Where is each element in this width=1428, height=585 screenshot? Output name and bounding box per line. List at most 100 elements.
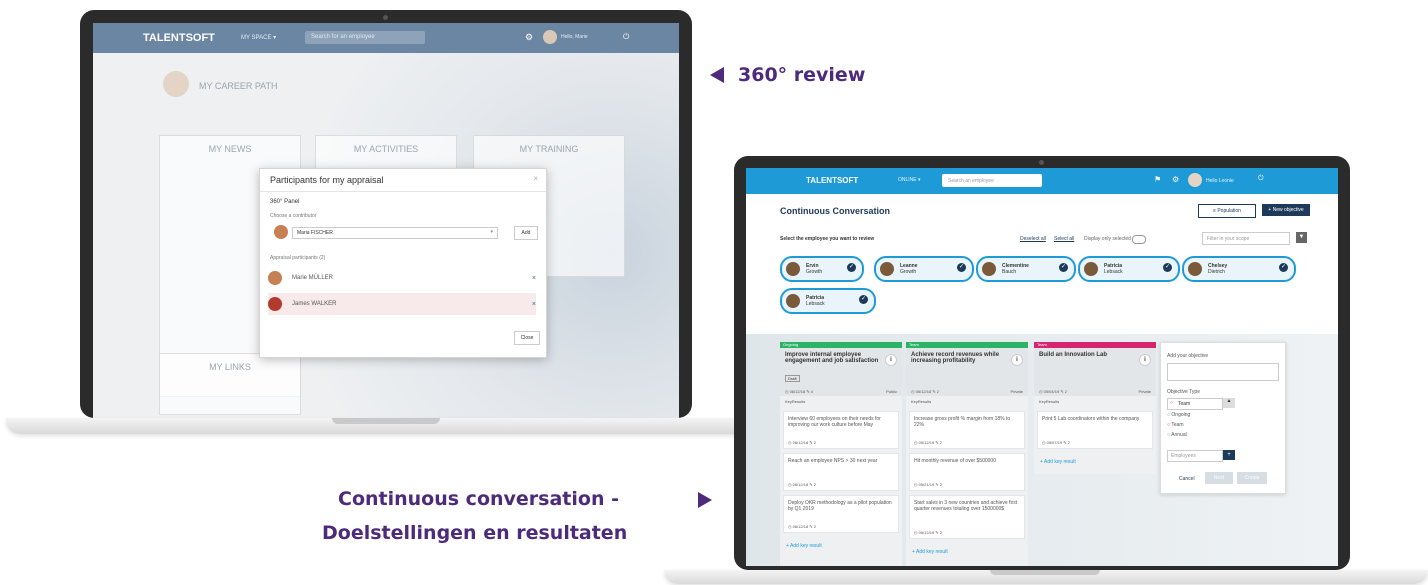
menu-online[interactable]: ONLINE ▾ — [898, 177, 921, 183]
flag-icon[interactable]: ⚑ — [1154, 175, 1161, 184]
user-greeting: Hello, Marie — [561, 34, 588, 40]
modal-title: Participants for my appraisal — [270, 175, 384, 185]
participant-row: Marie MÜLLER × — [268, 267, 536, 289]
profile-avatar — [163, 71, 189, 97]
continuous-conversation-label: Continuous conversation - — [338, 488, 619, 510]
display-only-toggle[interactable] — [1132, 235, 1146, 244]
right-topbar: TALENTSOFT ONLINE ▾ Search an employee ⚑… — [746, 168, 1338, 194]
left-laptop: TALENTSOFT MY SPACE ▾ Search for an empl… — [80, 10, 692, 427]
chevron-down-icon: ▾ — [490, 229, 493, 235]
avatar — [1084, 262, 1098, 276]
gear-icon[interactable]: ⚙ — [525, 32, 533, 43]
add-button[interactable]: Add — [514, 226, 538, 240]
objective-card[interactable]: Improve internal employee engagement and… — [780, 348, 902, 396]
employee-input[interactable]: Employees — [1167, 450, 1223, 462]
add-key-result-button[interactable]: + Add key result — [906, 543, 1028, 561]
avatar — [268, 297, 282, 311]
key-result-card[interactable]: Print 5 Lab coordinators within the comp… — [1037, 411, 1153, 449]
right-laptop: TALENTSOFT ONLINE ▾ Search an employee ⚑… — [734, 156, 1350, 570]
check-icon: ✓ — [1163, 263, 1172, 272]
brand-logo: TALENTSOFT — [143, 32, 215, 44]
objective-card[interactable]: Build an Innovation Lab i ◷ 05/04/19 ✎ 2… — [1034, 348, 1156, 396]
left-topbar: TALENTSOFT MY SPACE ▾ Search for an empl… — [93, 23, 679, 53]
type-options: ○ Ongoing ○ Team ○ Annual — [1167, 410, 1221, 440]
select-employee-label: Select the employee you want to review — [780, 236, 875, 242]
employee-chip[interactable]: Leanne Growth ✓ — [874, 256, 974, 282]
left-laptop-notch — [332, 418, 440, 424]
panel-label: 360° Panel — [270, 199, 300, 205]
info-icon[interactable]: i — [885, 354, 897, 366]
user-greeting: Hello Leonie — [1206, 178, 1234, 184]
objective-column: Ongoing Improve internal employee engage… — [780, 342, 902, 566]
avatar[interactable] — [1188, 173, 1202, 187]
key-result-card[interactable]: Hit monthly revenue of over $500000 ◷ 05/… — [909, 453, 1025, 491]
option-annual[interactable]: ○ Annual — [1167, 430, 1221, 440]
right-laptop-notch — [990, 570, 1100, 575]
key-result-card[interactable]: Reach an employee NPS > 30 next year ◷ 06… — [783, 453, 899, 491]
contributor-avatar — [274, 225, 288, 239]
employee-chip[interactable]: Clementine Bauch ✓ — [976, 256, 1076, 282]
population-button[interactable]: ≡ Population — [1198, 204, 1256, 218]
create-button[interactable]: Create — [1237, 472, 1267, 484]
key-result-card[interactable]: Deploy OKR methodology as a pilot popula… — [783, 495, 899, 533]
avatar — [880, 262, 894, 276]
gear-icon[interactable]: ⚙ — [1172, 175, 1179, 184]
goals-results-label: Doelstellingen en resultaten — [322, 522, 628, 544]
avatar — [268, 271, 282, 285]
remove-icon[interactable]: × — [532, 275, 536, 282]
key-result-card[interactable]: Interview 60 employees on their needs fo… — [783, 411, 899, 449]
menu-my-space[interactable]: MY SPACE ▾ — [241, 34, 276, 41]
next-button[interactable]: Next — [1205, 472, 1233, 484]
add-key-result-button[interactable]: + Add key result — [1034, 453, 1156, 471]
close-icon[interactable]: × — [533, 174, 538, 183]
right-screen: TALENTSOFT ONLINE ▾ Search an employee ⚑… — [746, 168, 1338, 566]
chevron-up-icon[interactable]: ▲ — [1223, 398, 1235, 408]
add-employee-button[interactable]: + — [1223, 450, 1235, 460]
search-input[interactable]: Search for an employee — [305, 31, 425, 44]
display-only-label: Display only selected — [1084, 236, 1131, 242]
arrow-right-icon — [698, 492, 712, 508]
avatar — [786, 262, 800, 276]
close-button[interactable]: Close — [514, 331, 540, 345]
participants-label: Appraisal participants (2) — [270, 255, 326, 261]
card-my-links: MY LINKS — [159, 353, 301, 415]
option-team[interactable]: ○ Team — [1167, 420, 1221, 430]
key-result-card[interactable]: Start sales in 3 new countries and achie… — [909, 495, 1025, 539]
filter-input[interactable]: Filter in your scope — [1202, 232, 1290, 245]
power-icon[interactable]: ⏻ — [623, 32, 629, 42]
add-key-result-button[interactable]: + Add key result — [780, 537, 902, 555]
avatar — [1188, 262, 1202, 276]
review-360-label: 360° review — [738, 64, 866, 86]
search-input[interactable]: Search an employee — [942, 174, 1042, 187]
employee-chip[interactable]: Patricia Lebsack ✓ — [780, 288, 876, 314]
cancel-button[interactable]: Cancel — [1179, 476, 1195, 482]
option-ongoing[interactable]: ○ Ongoing — [1167, 410, 1221, 420]
objective-input[interactable] — [1167, 363, 1279, 381]
check-icon: ✓ — [1279, 263, 1288, 272]
avatar[interactable] — [543, 30, 557, 44]
check-icon: ✓ — [1059, 263, 1068, 272]
objective-type-select[interactable]: Team ○ — [1167, 398, 1223, 410]
objective-card[interactable]: Achieve record revenues while increasing… — [906, 348, 1028, 396]
power-icon[interactable]: ⏻ — [1258, 175, 1264, 183]
new-objective-panel: Add your objective Objective Type Team ○ … — [1160, 342, 1286, 494]
participant-row: James WALKER × — [268, 293, 536, 315]
filter-icon[interactable]: ▼ — [1296, 232, 1307, 243]
info-icon[interactable]: i — [1011, 354, 1023, 366]
new-objective-button[interactable]: + New objective — [1262, 204, 1310, 216]
employee-chip[interactable]: Patricia Lebsack ✓ — [1078, 256, 1180, 282]
status-badge: Draft — [785, 375, 800, 382]
avatar — [786, 294, 800, 308]
camera-icon — [1039, 160, 1044, 165]
avatar — [982, 262, 996, 276]
select-all-link[interactable]: Select all — [1054, 236, 1074, 242]
check-icon: ✓ — [957, 263, 966, 272]
remove-icon[interactable]: × — [532, 301, 536, 308]
employee-chip[interactable]: Ervin Growth ✓ — [780, 256, 864, 282]
deselect-all-link[interactable]: Deselect all — [1020, 236, 1046, 242]
contributor-select[interactable]: Maria FISCHER ▾ — [292, 227, 498, 239]
info-icon[interactable]: i — [1139, 354, 1151, 366]
choose-label: Choose a contributor — [270, 213, 317, 219]
employee-chip[interactable]: Chelsey Dietrich ✓ — [1182, 256, 1296, 282]
key-result-card[interactable]: Increase gross profit % margin from 18% … — [909, 411, 1025, 449]
